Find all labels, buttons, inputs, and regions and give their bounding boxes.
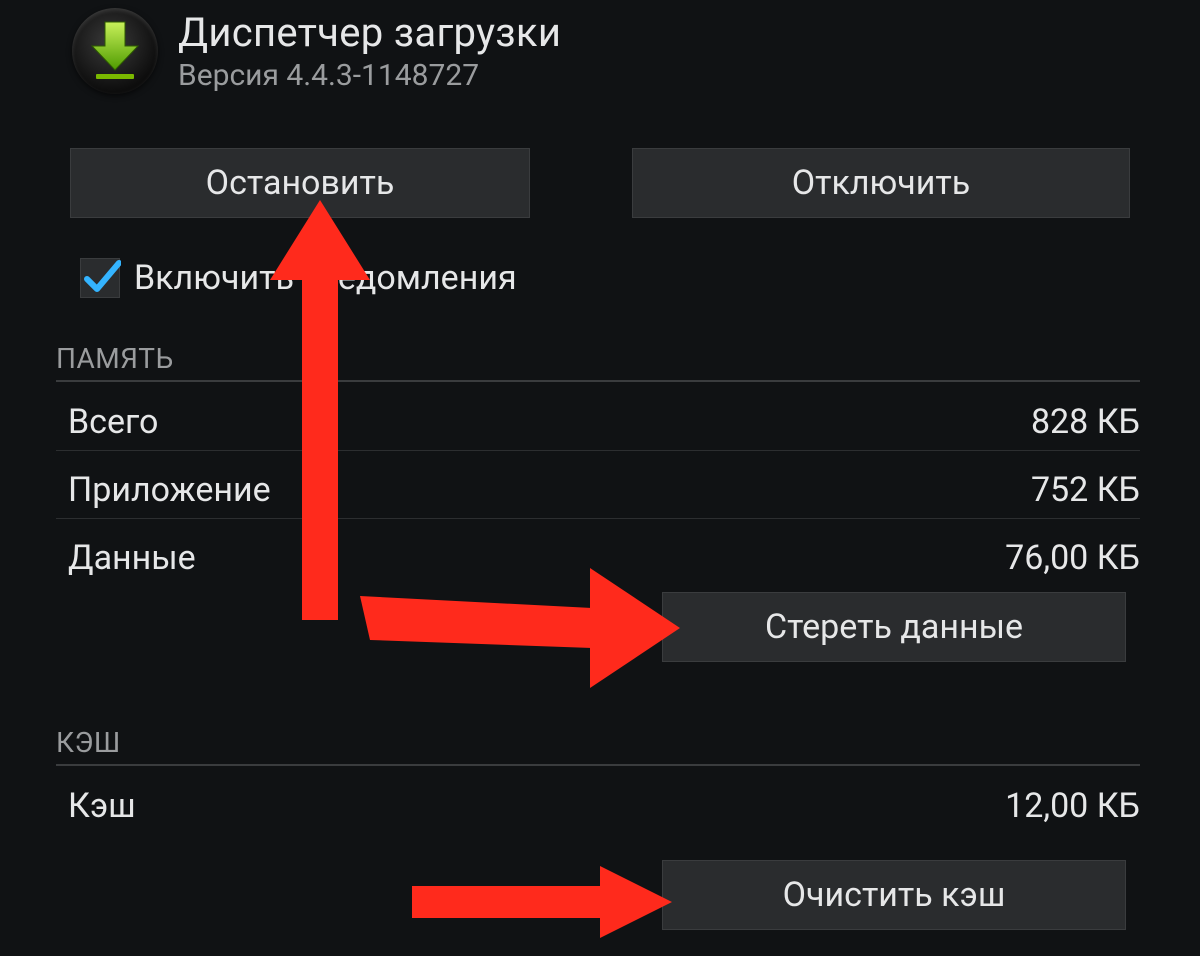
memory-app-value: 752 КБ (1031, 470, 1140, 510)
divider (56, 450, 1140, 451)
clear-data-button[interactable]: Стереть данные (662, 592, 1126, 662)
cache-label: Кэш (68, 786, 136, 826)
cache-section-title: КЭШ (56, 726, 121, 759)
enable-notifications-label: Включить уведомления (134, 258, 517, 298)
app-icon (72, 8, 158, 94)
memory-data-value: 76,00 КБ (1005, 538, 1140, 578)
app-title: Диспетчер загрузки (178, 9, 561, 56)
memory-data-row: Данные 76,00 КБ (68, 538, 1140, 578)
memory-data-label: Данные (68, 538, 196, 578)
divider (56, 380, 1140, 382)
memory-total-label: Всего (68, 402, 158, 442)
cache-value: 12,00 КБ (1005, 786, 1140, 826)
enable-notifications-checkbox[interactable] (80, 258, 120, 298)
memory-total-row: Всего 828 КБ (68, 402, 1140, 442)
divider (56, 764, 1140, 766)
memory-app-label: Приложение (68, 470, 271, 510)
divider (56, 518, 1140, 519)
annotation-arrow-icon (412, 862, 672, 942)
stop-button[interactable]: Остановить (70, 148, 530, 218)
clear-cache-button[interactable]: Очистить кэш (662, 860, 1126, 930)
memory-total-value: 828 КБ (1031, 402, 1140, 442)
app-version: Версия 4.4.3-1148727 (178, 58, 561, 93)
memory-app-row: Приложение 752 КБ (68, 470, 1140, 510)
disable-button[interactable]: Отключить (632, 148, 1130, 218)
memory-section-title: ПАМЯТЬ (56, 342, 174, 375)
cache-row: Кэш 12,00 КБ (68, 786, 1140, 826)
